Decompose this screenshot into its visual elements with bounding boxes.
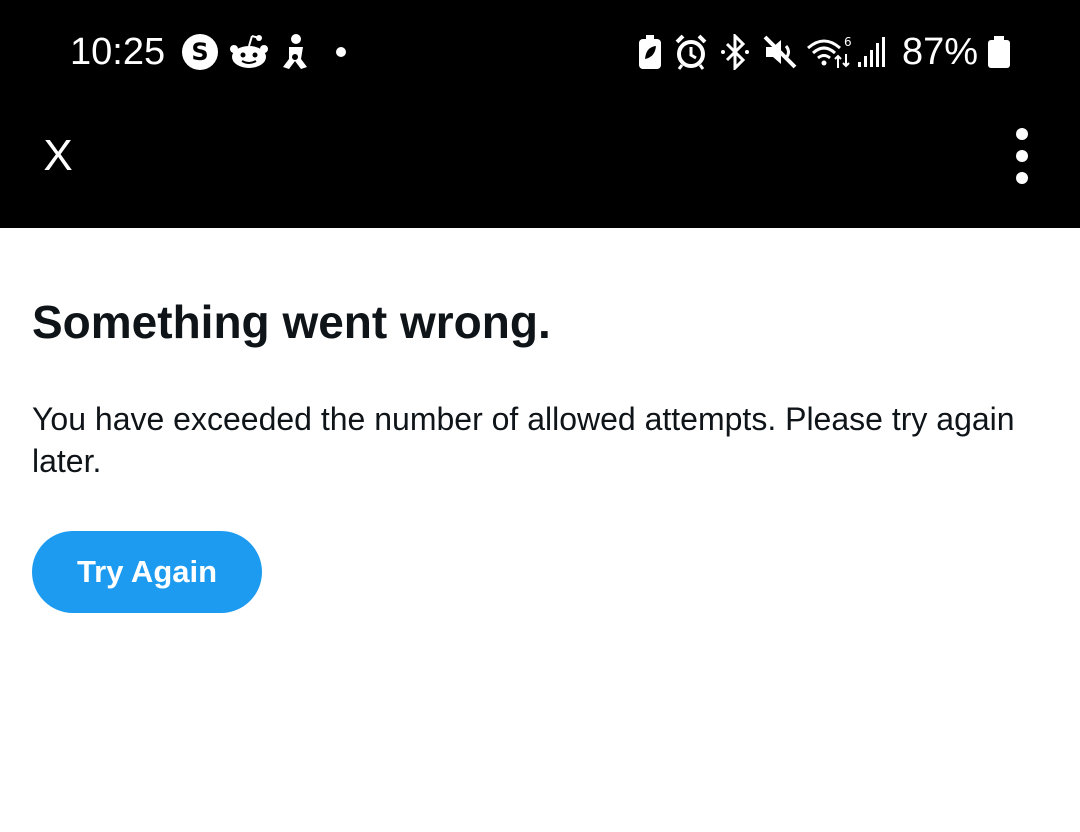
battery-percent: 87% xyxy=(902,31,979,73)
battery-icon xyxy=(986,34,1012,70)
reddit-icon xyxy=(228,34,270,70)
screen: 10:25 S 6 87% X Something went wrong. Yo… xyxy=(0,0,1080,832)
status-time: 10:25 xyxy=(70,31,166,73)
more-options-button[interactable] xyxy=(994,124,1050,188)
bluetooth-icon xyxy=(718,34,752,70)
svg-text:S: S xyxy=(191,38,208,66)
close-button[interactable]: X xyxy=(30,128,86,184)
svg-text:6: 6 xyxy=(844,35,852,49)
signal-bars-icon xyxy=(856,34,888,70)
more-vertical-icon xyxy=(1016,128,1028,184)
lifeguard-icon xyxy=(278,34,312,70)
wifi-6-icon: 6 xyxy=(806,34,852,70)
status-bar: 10:25 S 6 87% xyxy=(0,0,1080,106)
close-label: X xyxy=(43,131,73,180)
toolbar: X xyxy=(0,106,1080,228)
mute-icon xyxy=(762,34,798,70)
battery-saver-icon xyxy=(636,34,664,70)
try-again-label: Try Again xyxy=(76,554,218,589)
dot-notification-icon xyxy=(332,34,350,70)
error-message: You have exceeded the number of allowed … xyxy=(32,401,1015,479)
threads-app-icon: S xyxy=(180,34,220,70)
alarm-icon xyxy=(674,34,708,70)
error-title: Something went wrong. xyxy=(32,296,551,348)
try-again-button[interactable]: Try Again xyxy=(32,531,262,613)
top-bar: 10:25 S 6 87% X xyxy=(0,0,1080,228)
